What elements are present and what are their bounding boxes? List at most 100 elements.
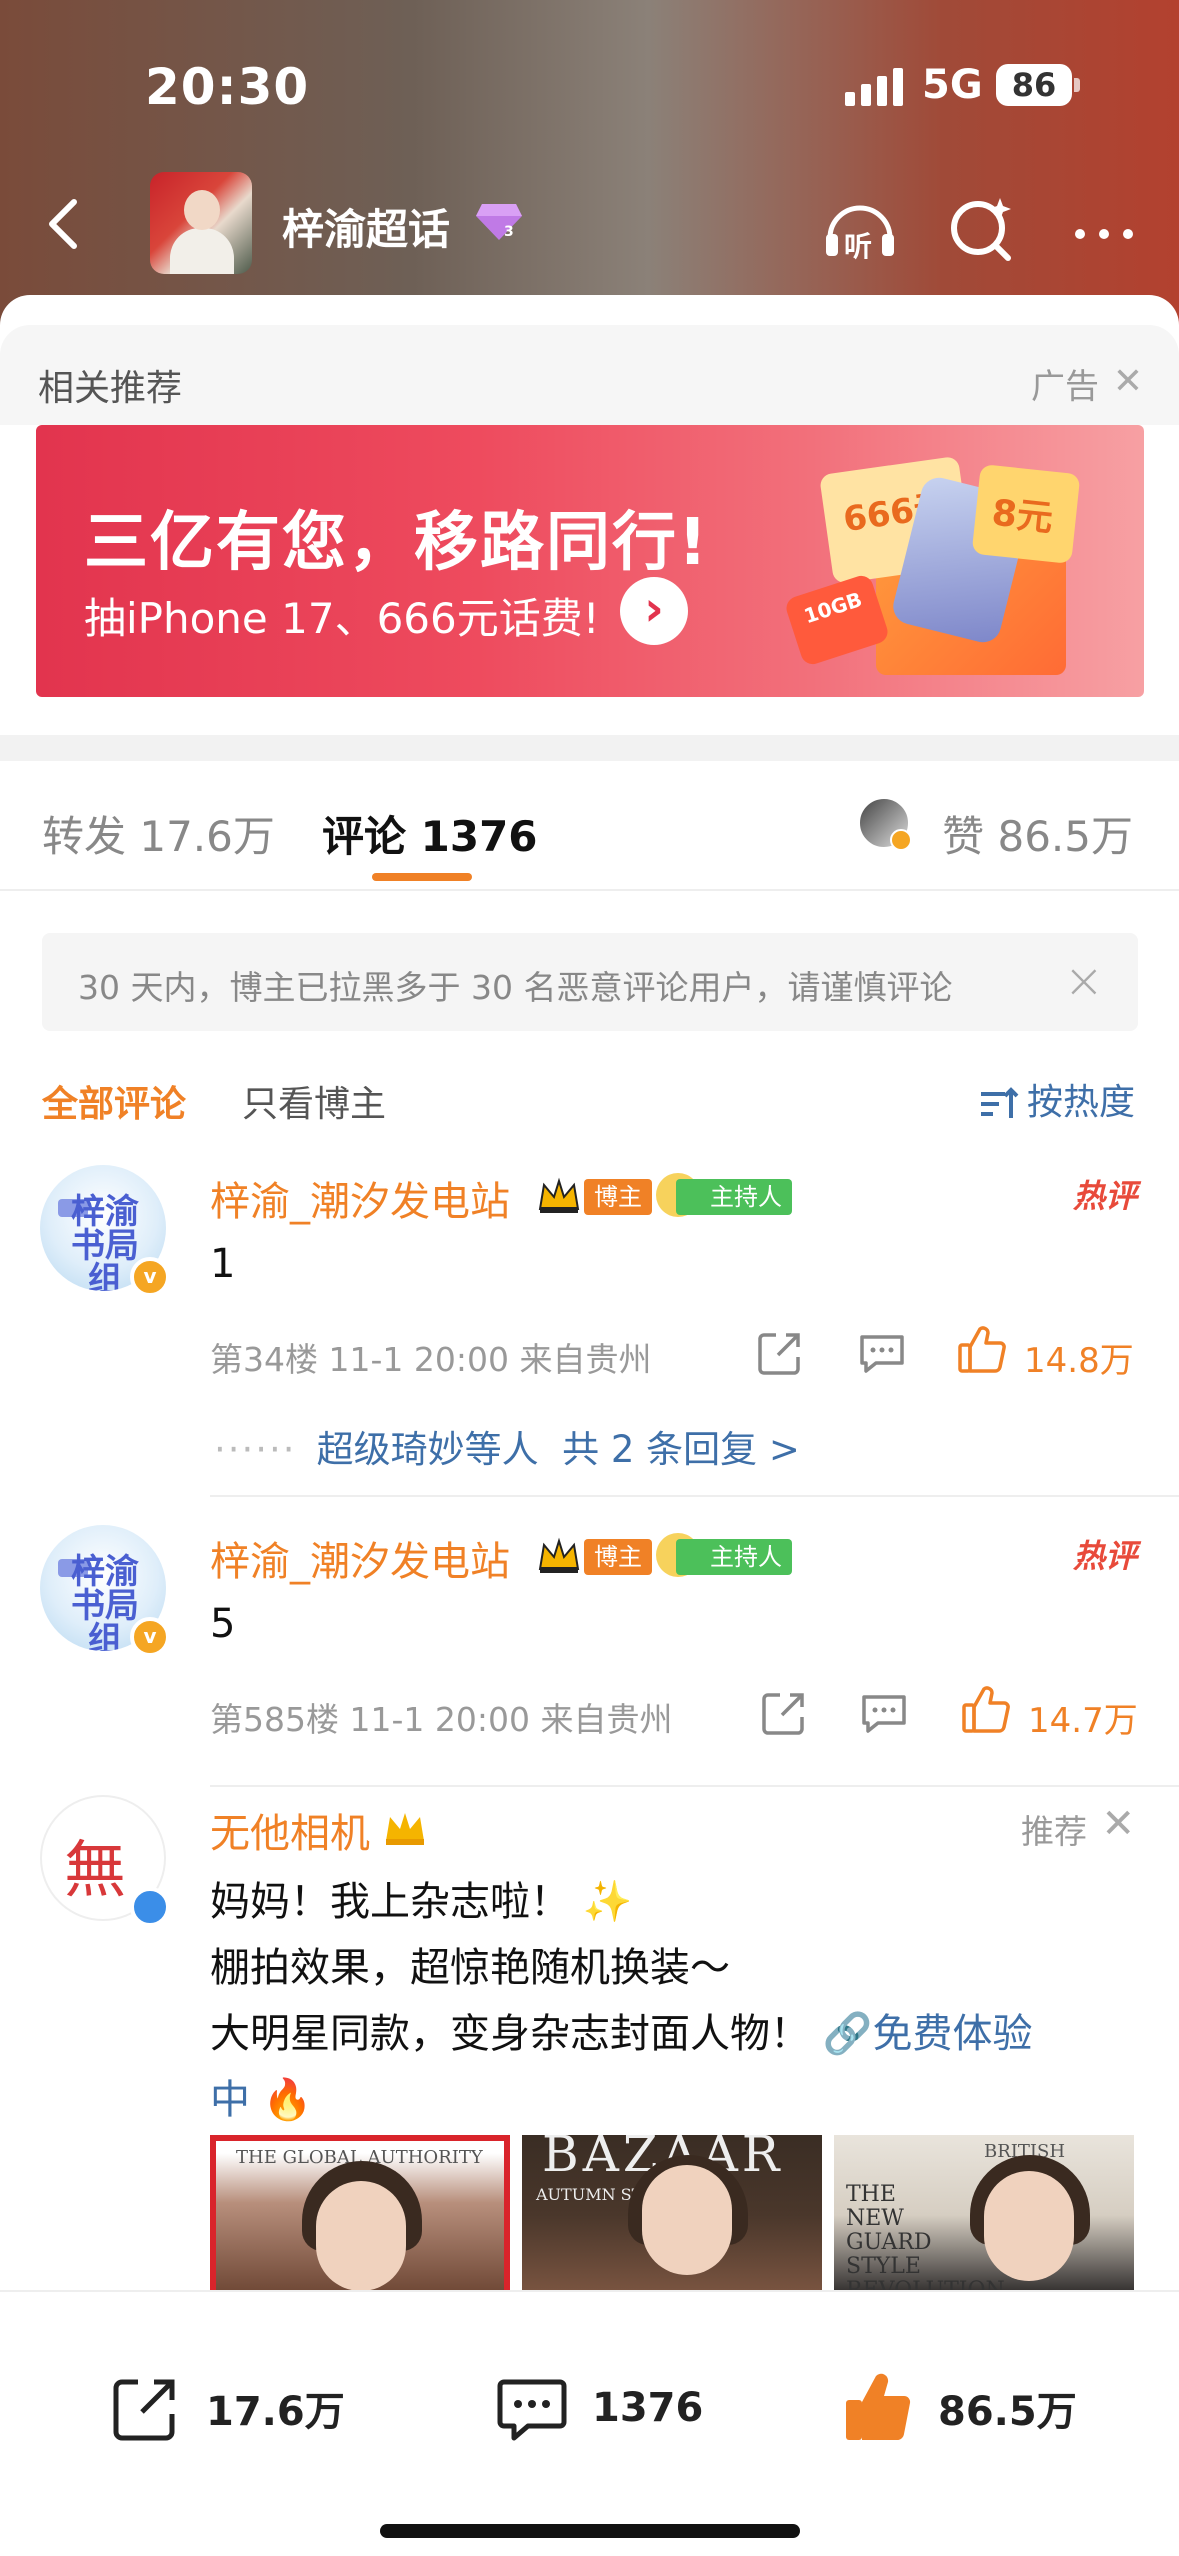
share-icon[interactable] xyxy=(756,1329,804,1377)
ad-line-3: 大明星同款，变身杂志封面人物！ xyxy=(210,2011,810,2057)
like-icon[interactable] xyxy=(960,1685,1012,1735)
svg-text:3: 3 xyxy=(504,224,514,240)
repost-icon xyxy=(113,2379,175,2441)
reply-icon[interactable] xyxy=(858,1331,906,1375)
topic-avatar[interactable] xyxy=(150,172,252,274)
bottom-action-bar: 17.6万 1376 86.5万 xyxy=(0,2290,1179,2556)
hot-comment-badge: 热评 xyxy=(1072,1177,1137,1215)
ad-image-row: THE GLOBAL AUTHORITY BAZAAR AUTUMN STYLE… xyxy=(210,2135,1134,2295)
recommendation-header: 相关推荐 广告 ✕ xyxy=(0,325,1179,425)
top-nav: 梓渝超话 3 听 xyxy=(0,170,1179,280)
ad-image[interactable]: BRITISH THE NEW GUARD STYLE REVOLUTION xyxy=(834,2135,1134,2295)
sort-button[interactable]: 按热度 xyxy=(979,1073,1135,1125)
repost-count: 17.6万 xyxy=(206,2389,345,2435)
notice-text: 30 天内，博主已拉黑多于 30 名恶意评论用户，请谨慎评论 xyxy=(78,968,953,1007)
page-title[interactable]: 梓渝超话 xyxy=(282,196,450,257)
verified-icon: v xyxy=(130,1617,170,1657)
ad-text-line: 大明星同款，变身杂志封面人物！ 🔗免费体验 xyxy=(210,2001,1033,2059)
blogger-badge: 博主 xyxy=(584,1539,652,1575)
ad-link[interactable]: 🔗免费体验 xyxy=(823,2011,1033,2057)
tab-comment[interactable]: 评论 1376 xyxy=(322,803,538,864)
filter-all-comments[interactable]: 全部评论 xyxy=(42,1075,186,1127)
comment-icon xyxy=(497,2379,567,2441)
comment-filter-bar: 全部评论 只看博主 按热度 xyxy=(0,1061,1179,1141)
moderator-badge: 主持人 xyxy=(676,1539,792,1575)
banner-arrow-icon[interactable]: › xyxy=(620,577,688,645)
recommend-tag: 推荐 xyxy=(1021,1812,1087,1851)
ad-link-label: 免费体验 xyxy=(872,2011,1033,2057)
coupon-value: 8元 xyxy=(989,492,1055,540)
crown-icon xyxy=(386,1813,424,1845)
status-time: 20:30 xyxy=(145,58,310,116)
like-count-total: 86.5万 xyxy=(938,2389,1077,2435)
ad-line-4[interactable]: 中 xyxy=(210,2077,250,2123)
reply-icon[interactable] xyxy=(860,1691,908,1735)
ad-image[interactable]: BAZAAR AUTUMN STYLE xyxy=(522,2135,822,2295)
tab-like[interactable]: 赞 86.5万 xyxy=(942,803,1133,864)
notice-close-icon[interactable]: × xyxy=(1064,953,1104,1009)
advertiser-name[interactable]: 无他相机 xyxy=(210,1801,370,1859)
listen-icon[interactable]: 听 xyxy=(820,188,900,268)
avatar-figure-body xyxy=(170,228,234,274)
recommendation-title: 相关推荐 xyxy=(38,368,183,409)
active-tab-indicator xyxy=(372,873,472,881)
svg-text:听: 听 xyxy=(844,230,872,263)
like-count: 14.7万 xyxy=(1028,1701,1138,1741)
sparkle-icon: ✨ xyxy=(582,1879,633,1925)
portrait-face xyxy=(316,2181,406,2291)
fire-icon: 🔥 xyxy=(262,2077,313,2123)
tab-repost[interactable]: 转发 17.6万 xyxy=(42,803,275,864)
comment-separator xyxy=(210,1785,1179,1787)
search-icon[interactable] xyxy=(942,188,1022,268)
diamond-icon: 3 xyxy=(476,204,522,240)
back-icon[interactable] xyxy=(36,194,96,254)
battery-icon: 86 xyxy=(996,64,1072,106)
ad-banner[interactable]: 三亿有您，移路同行! 抽iPhone 17、666元话费! › 666元 8元 … xyxy=(36,425,1144,697)
reply-total: 共 2 条回复 > xyxy=(562,1428,800,1471)
thumbs-up-icon xyxy=(846,2373,911,2441)
commenter-name[interactable]: 梓渝_潮汐发电站 xyxy=(210,1529,510,1587)
banner-subline: 抽iPhone 17、666元话费! xyxy=(84,594,600,643)
ad-close-icon[interactable]: ✕ xyxy=(1113,361,1143,402)
comment-notice: 30 天内，博主已拉黑多于 30 名恶意评论用户，请谨慎评论 × xyxy=(42,933,1138,1031)
repost-button[interactable]: 17.6万 xyxy=(108,2368,345,2448)
data-badge: 10GB xyxy=(783,572,891,668)
content-card: 相关推荐 广告 ✕ 三亿有您，移路同行! 抽iPhone 17、666元话费! … xyxy=(0,295,1179,2556)
dismiss-icon[interactable]: ✕ xyxy=(1101,1801,1135,1847)
crown-icon xyxy=(538,1177,580,1213)
ad-text-line: 中 🔥 xyxy=(210,2067,313,2125)
crown-icon xyxy=(538,1537,580,1573)
more-icon[interactable] xyxy=(1064,188,1144,268)
share-icon[interactable] xyxy=(760,1689,808,1737)
signal-icon xyxy=(845,66,903,106)
sort-icon xyxy=(980,1087,1019,1118)
avatar-figure-face xyxy=(184,190,220,230)
commenter-name[interactable]: 梓渝_潮汐发电站 xyxy=(210,1169,510,1227)
comment-count: 1376 xyxy=(592,2385,704,2431)
comment-item: 梓渝书局组 v 梓渝_潮汐发电站 博主 主持人 热评 1 第34楼 11-1 2… xyxy=(0,1165,1179,1495)
like-button[interactable]: 86.5万 xyxy=(840,2368,1077,2448)
blogger-badge: 博主 xyxy=(584,1179,652,1215)
promoted-comment: 無 无他相机 推荐 ✕ 妈妈！我上杂志啦！ ✨ 棚拍效果，超惊艳随机换装～ 大明… xyxy=(0,1795,1179,2315)
ad-image[interactable]: THE GLOBAL AUTHORITY xyxy=(210,2135,510,2295)
moderator-badge: 主持人 xyxy=(676,1179,792,1215)
ad-text-line: 妈妈！我上杂志啦！ ✨ xyxy=(210,1869,633,1927)
like-icon[interactable] xyxy=(956,1325,1008,1375)
comment-item: 梓渝书局组 v 梓渝_潮汐发电站 博主 主持人 热评 5 第585楼 11-1 … xyxy=(0,1525,1179,1775)
banner-headline: 三亿有您，移路同行! xyxy=(84,506,710,580)
sort-label: 按热度 xyxy=(1026,1082,1135,1123)
battery-tip xyxy=(1074,78,1080,92)
reply-users: 超级琦妙等人 xyxy=(316,1428,539,1471)
comment-button[interactable]: 1376 xyxy=(494,2368,703,2448)
home-indicator xyxy=(380,2524,800,2538)
hot-comment-badge: 热评 xyxy=(1072,1537,1137,1575)
reply-summary[interactable]: ······ 超级琦妙等人 共 2 条回复 > xyxy=(214,1419,800,1473)
interaction-tabs: 转发 17.6万 评论 1376 赞 86.5万 xyxy=(0,761,1179,891)
section-divider xyxy=(0,735,1179,761)
ad-line-1: 妈妈！我上杂志啦！ xyxy=(210,1879,570,1925)
ad-tag: 广告 xyxy=(1031,367,1099,407)
filter-blogger-only[interactable]: 只看博主 xyxy=(242,1075,386,1127)
comment-meta: 第585楼 11-1 20:00 来自贵州 xyxy=(210,1700,673,1739)
comment-separator xyxy=(210,1495,1179,1497)
verified-icon xyxy=(130,1887,170,1927)
